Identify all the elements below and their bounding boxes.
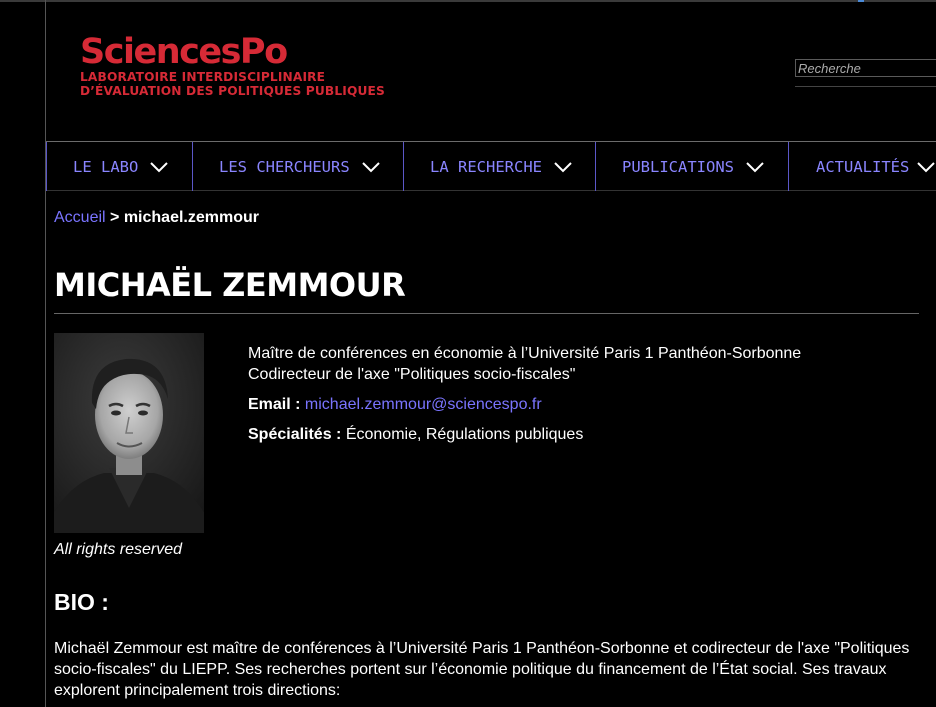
photo-caption: All rights reserved	[54, 541, 183, 558]
logo-subtitle-line1: LABORATOIRE INTERDISCIPLINAIRE	[80, 70, 326, 84]
top-frame-border	[0, 0, 936, 2]
page-title: MICHAËL ZEMMOUR	[54, 266, 406, 304]
bio-heading: BIO :	[54, 589, 109, 615]
chevron-down-icon	[554, 161, 572, 172]
nav-item-label: LA RECHERCHE	[430, 157, 542, 176]
chevron-down-icon	[746, 161, 764, 172]
logo-wordmark: SciencesPo	[80, 32, 288, 72]
profile-info: Maître de conférences en économie à l’Un…	[248, 343, 801, 445]
position-line-2: Codirecteur de l'axe "Politiques socio-f…	[248, 366, 576, 383]
search-underline	[795, 86, 936, 87]
nav-item-actualites[interactable]: ACTUALITÉS	[789, 142, 936, 191]
position-line-1: Maître de conférences en économie à l’Un…	[248, 345, 802, 362]
sciencespo-liepp-logo[interactable]: SciencesPo LABORATOIRE INTERDISCIPLINAIR…	[80, 34, 385, 98]
nav-item-label: ACTUALITÉS	[816, 157, 910, 176]
search-input[interactable]	[795, 59, 936, 77]
breadcrumb-home-link[interactable]: Accueil	[54, 209, 106, 226]
breadcrumb: Accueil > michael.zemmour	[54, 209, 259, 227]
chevron-down-icon	[917, 161, 936, 172]
main-navigation: LE LABO LES CHERCHEURS LA RECHERCHE PUBL…	[46, 141, 936, 191]
specialties-value: Économie, Régulations publiques	[345, 426, 584, 443]
logo-subtitle-line2: D’ÉVALUATION DES POLITIQUES PUBLIQUES	[80, 84, 385, 98]
email-label: Email :	[248, 396, 301, 413]
top-accent-mark	[858, 0, 864, 2]
bio-paragraph: Michaël Zemmour est maître de conférence…	[54, 640, 910, 699]
profile-photo	[54, 333, 204, 533]
breadcrumb-current: michael.zemmour	[123, 209, 259, 226]
breadcrumb-separator: >	[110, 209, 120, 226]
chevron-down-icon	[361, 161, 380, 172]
nav-item-label: PUBLICATIONS	[622, 157, 734, 176]
nav-item-label: LES CHERCHEURS	[219, 157, 350, 176]
email-link[interactable]: michael.zemmour@sciencespo.fr	[305, 396, 542, 413]
specialties-label: Spécialités :	[248, 426, 342, 443]
nav-item-le-labo[interactable]: LE LABO	[46, 142, 193, 191]
nav-item-label: LE LABO	[73, 157, 139, 176]
nav-item-les-chercheurs[interactable]: LES CHERCHEURS	[193, 142, 404, 191]
specialties-row: Spécialités : Économie, Régulations publ…	[248, 424, 801, 445]
email-row: Email : michael.zemmour@sciencespo.fr	[248, 394, 801, 415]
nav-item-publications[interactable]: PUBLICATIONS	[596, 142, 789, 191]
title-divider	[54, 313, 919, 314]
chevron-down-icon	[150, 161, 169, 172]
nav-item-la-recherche[interactable]: LA RECHERCHE	[404, 142, 596, 191]
left-frame-border	[45, 0, 46, 707]
